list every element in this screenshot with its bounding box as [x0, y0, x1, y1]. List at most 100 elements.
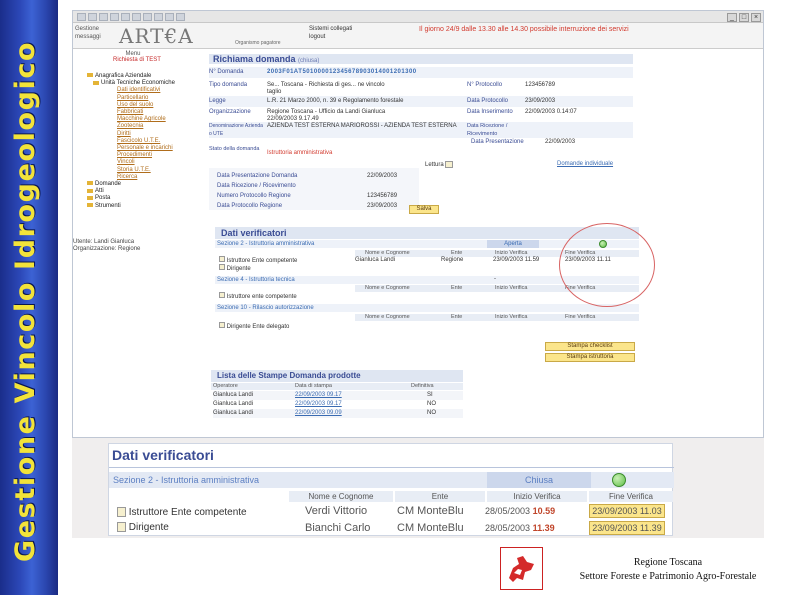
nav-item[interactable]: Posta — [83, 195, 207, 202]
nav-item[interactable]: Strumenti — [83, 203, 207, 210]
stampa-row: Gianluca Landi 22/09/2003 09.17 SI — [213, 391, 463, 400]
nav-item[interactable]: Fabbricati — [83, 109, 207, 116]
highlight-circle — [559, 223, 655, 307]
footer-org: Regione Toscana — [633, 557, 703, 568]
footer-sector: Settore Foreste e Patrimonio Agro-Forest… — [579, 571, 757, 582]
document-icon[interactable] — [445, 161, 454, 168]
app-header: Gestione messaggi ART€A Organismo pagator… — [73, 23, 763, 49]
artea-logo: ART€A — [119, 24, 194, 48]
zoom-inizio: 28/05/2003 11.39 — [485, 523, 555, 533]
zoom-header-name: Nome e Cognome — [289, 491, 393, 502]
nav-user-info: Utente: Landi Gianluca Organizzazione: R… — [73, 239, 141, 252]
zoom-panel: Dati verificatori Sezione 2 - Istruttori… — [72, 438, 764, 538]
nav-item[interactable]: Zootecnia — [83, 123, 207, 130]
document-icon[interactable] — [219, 322, 225, 328]
left-nav: Menu Richiesta di TEST Anagrafica Aziend… — [73, 51, 207, 437]
menu-subtitle: Richiesta di TEST — [113, 57, 161, 63]
print-icon[interactable] — [176, 13, 185, 21]
logo-subtitle: Organismo pagatore — [235, 40, 281, 46]
folder-icon — [87, 195, 93, 200]
close-icon[interactable]: × — [751, 13, 761, 22]
logout-link[interactable]: logout — [309, 33, 352, 41]
folder-icon — [87, 181, 93, 186]
stato-row: Stato della domandaIstruttoria amministr… — [209, 146, 333, 156]
zoom-inizio: 28/05/2003 10.59 — [485, 506, 556, 516]
side-title: Gestione Vincolo Idrogeologico — [10, 40, 41, 562]
header-link[interactable]: messaggi — [75, 33, 115, 41]
nav-item[interactable]: Dati identificativi — [83, 87, 207, 94]
document-icon[interactable] — [117, 507, 126, 518]
folder-icon — [87, 73, 93, 78]
verificatore-row: Istruttore ente competente — [219, 292, 297, 301]
zoom-row-dirigente: Dirigente — [117, 521, 169, 535]
salva-button[interactable]: Salva — [409, 205, 439, 214]
domanda-link[interactable]: Domande individuale — [557, 161, 613, 167]
back-icon[interactable] — [77, 13, 86, 21]
zoom-ente: CM MonteBlu — [397, 522, 464, 534]
zoom-verificatori: Dati verificatori Sezione 2 - Istruttori… — [108, 443, 674, 536]
nav-item[interactable]: Storia U.T.E. — [83, 167, 207, 174]
stop-icon[interactable] — [99, 13, 108, 21]
stampa-row: Gianluca Landi 22/09/2003 09.09 NO — [213, 409, 463, 418]
nav-item[interactable]: Atti — [83, 188, 207, 195]
sistemi-link[interactable]: Sistemi collegati — [309, 25, 352, 33]
document-icon[interactable] — [219, 264, 225, 270]
search-icon[interactable] — [132, 13, 141, 21]
zoom-sec2: Sezione 2 - Istruttoria amministrativa — [113, 475, 260, 485]
zoom-name: Verdi Vittorio — [305, 505, 368, 517]
verificatore-row: Dirigente Ente delegato — [219, 322, 289, 331]
zoom-row-istruttore: Istruttore Ente competente — [117, 506, 247, 520]
maximize-icon[interactable]: □ — [739, 13, 749, 22]
refresh-icon[interactable] — [110, 13, 119, 21]
stampa-row: Gianluca Landi 22/09/2003 09.17 NO — [213, 401, 436, 407]
sec10-subtitle: Sezione 10 - Rilascio autorizzazione — [215, 304, 639, 312]
nav-item[interactable]: Uso del suolo — [83, 102, 207, 109]
browser-toolbar: _ □ × — [73, 11, 763, 23]
verificatore-row: Dirigente — [219, 264, 251, 273]
document-icon[interactable] — [117, 522, 126, 533]
service-notice: Il giorno 24/9 dalle 13.30 alle 14.30 po… — [419, 26, 629, 33]
nav-item[interactable]: Vincoli — [83, 159, 207, 166]
document-icon[interactable] — [219, 256, 225, 262]
zoom-ente: CM MonteBlu — [397, 505, 464, 517]
favorites-icon[interactable] — [143, 13, 152, 21]
stampe-header: Operatore Data di stampa Definitiva — [211, 383, 463, 390]
nav-item[interactable]: Anagrafica Aziendale — [83, 73, 207, 80]
document-icon[interactable] — [219, 292, 225, 298]
history-icon[interactable] — [154, 13, 163, 21]
protocollo-row: Data Protocollo Regione 23/09/2003 — [217, 203, 398, 209]
nav-item[interactable]: Macchine Agricole — [83, 116, 207, 123]
nav-item[interactable]: Particellario — [83, 95, 207, 102]
zoom-fine-button[interactable]: 23/09/2003 11.39 — [589, 521, 665, 535]
app-screenshot: _ □ × Gestione messaggi ART€A Organismo pag… — [72, 10, 764, 438]
nav-item[interactable]: Procedimenti — [83, 152, 207, 159]
nav-item[interactable]: Domande — [83, 181, 207, 188]
sec4-dash: - — [494, 276, 496, 282]
zoom-fine-button[interactable]: 23/09/2003 11.03 — [589, 504, 665, 518]
home-icon[interactable] — [121, 13, 130, 21]
nav-item[interactable]: Personale e incarichi — [83, 145, 207, 152]
stampe-title: Lista delle Stampe Domanda prodotte — [211, 370, 463, 382]
mail-icon[interactable] — [165, 13, 174, 21]
legge-row: Legge L.R. 21 Marzo 2000, n. 39 e Regolam… — [209, 96, 633, 107]
stampa-istruttoria-button[interactable]: Stampa istruttoria — [545, 353, 635, 362]
sec10-table-header: Nome e Cognome Ente Inizio Verifica Fine… — [355, 314, 639, 321]
folder-icon — [87, 203, 93, 208]
zoom-header-fine: Fine Verifica — [589, 491, 673, 502]
minimize-icon[interactable]: _ — [727, 13, 737, 22]
header-link[interactable]: Gestione — [75, 25, 115, 33]
stampa-checklist-button[interactable]: Stampa checklist — [545, 342, 635, 351]
zoom-status: Chiusa — [487, 472, 591, 488]
nav-item[interactable]: Fascicolo U.T.E. — [83, 138, 207, 145]
zoom-header-inizio: Inizio Verifica — [487, 491, 587, 502]
main-content: Richiama domanda (chiusa) N° Domanda 2 0 … — [209, 51, 763, 437]
forward-icon[interactable] — [88, 13, 97, 21]
zoom-name: Bianchi Carlo — [305, 522, 371, 534]
footer: Regione Toscana Settore Foreste e Patrim… — [548, 556, 788, 584]
nav-item[interactable]: Ricerca — [83, 174, 207, 181]
denominazione-row: Denominazione Azienda o UTEAZIENDA TEST … — [209, 122, 633, 138]
nav-item[interactable]: Diritti — [83, 131, 207, 138]
lettura-label: Lettura — [425, 161, 454, 168]
nav-item[interactable]: Unità Tecniche Economiche — [83, 80, 207, 87]
status-ok-icon — [612, 473, 626, 487]
